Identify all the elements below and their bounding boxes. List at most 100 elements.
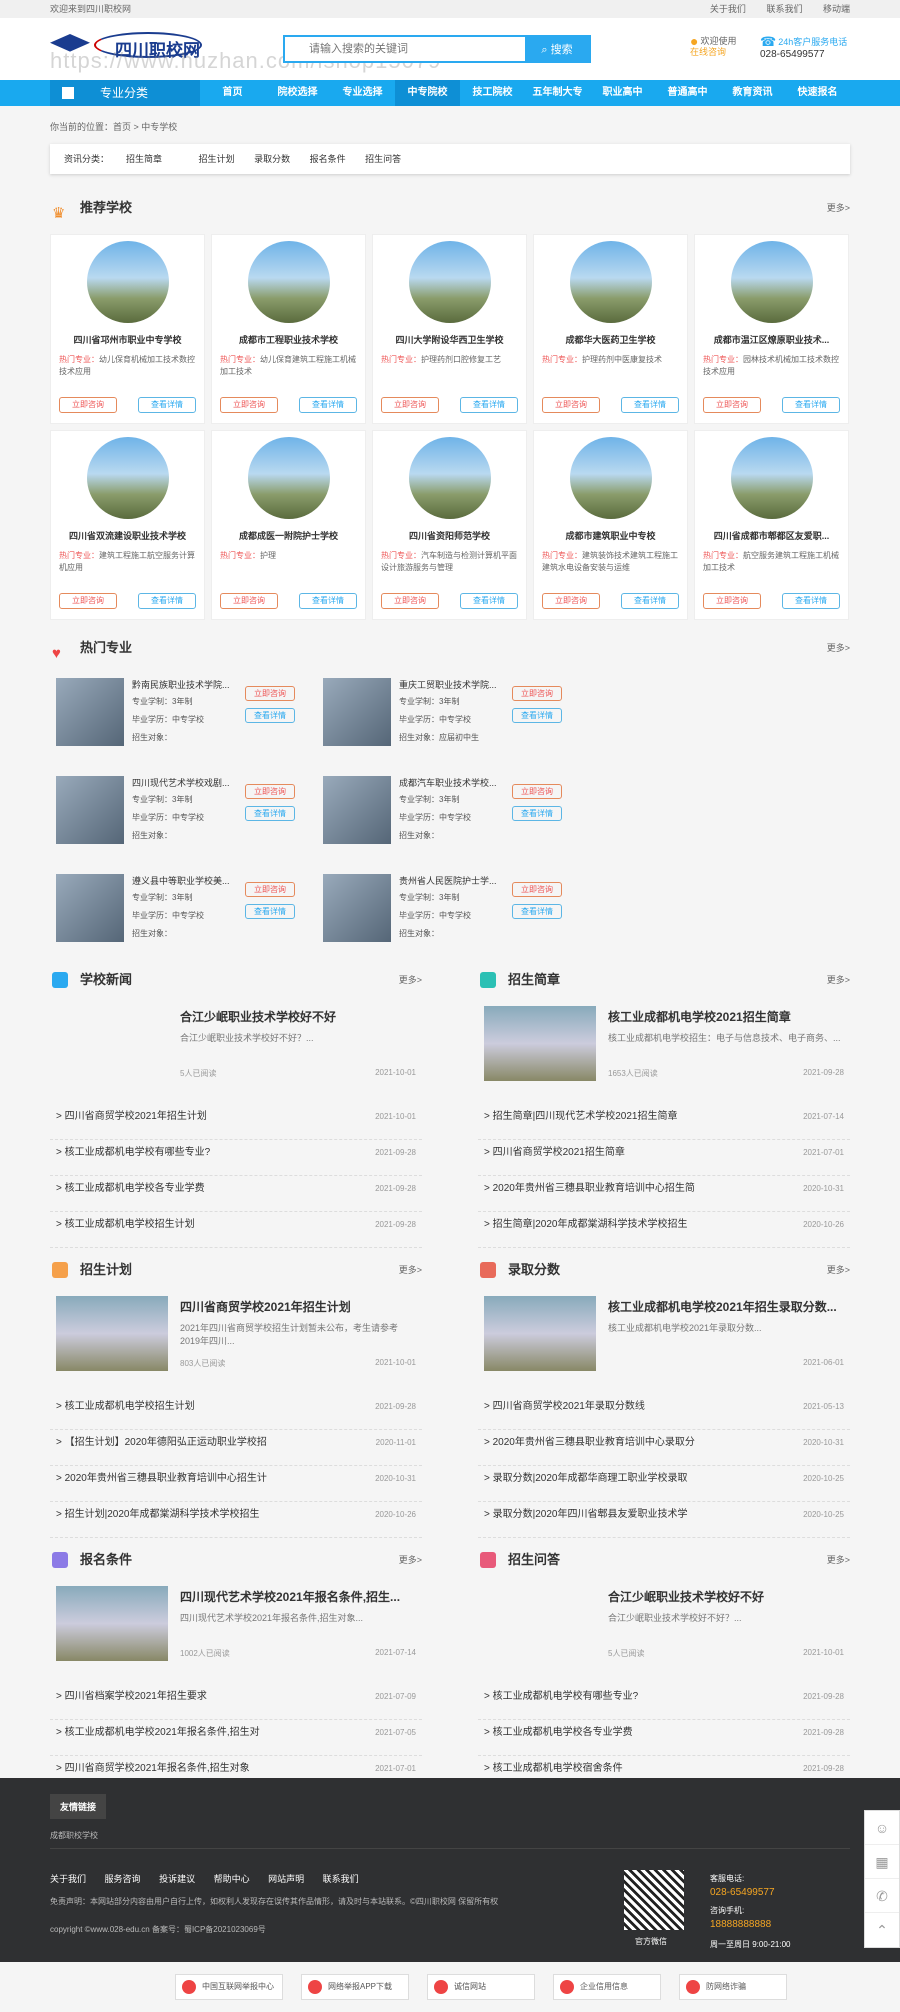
consult-button[interactable]: 立即咨询	[542, 397, 600, 413]
nav-vocational[interactable]: 职业高中	[590, 80, 655, 106]
list-item-title[interactable]: > 核工业成都机电学校招生计划	[56, 1212, 422, 1238]
friend-link[interactable]: 成都职校学校	[50, 1830, 98, 1841]
list-item[interactable]: > 四川省档案学校2021年招生要求 2021-07-09	[50, 1684, 422, 1720]
detail-button[interactable]: 查看详情	[138, 593, 196, 609]
detail-button[interactable]: 查看详情	[782, 593, 840, 609]
consult-button[interactable]: 立即咨询	[220, 593, 278, 609]
school-card[interactable]: 四川大学附设华西卫生学校 热门专业：护理药剂口腔修复工艺 立即咨询 查看详情	[372, 234, 527, 424]
back-to-top-icon[interactable]: ⌃	[865, 1913, 899, 1947]
footer-service[interactable]: 服务咨询	[105, 1874, 141, 1884]
featured-title[interactable]: 四川现代艺术学校2021年报名条件,招生...	[180, 1588, 420, 1605]
list-item-title[interactable]: > 2020年贵州省三穗县职业教育培训中心招生计	[56, 1466, 422, 1492]
school-photo[interactable]	[730, 437, 813, 519]
consult-button[interactable]: 立即咨询	[512, 686, 562, 701]
major-photo[interactable]	[323, 678, 391, 746]
school-card[interactable]: 成都华大医药卫生学校 热门专业：护理药剂中医康复技术 立即咨询 查看详情	[533, 234, 688, 424]
footer-complaint[interactable]: 投诉建议	[159, 1874, 195, 1884]
filter-conditions[interactable]: 报名条件	[310, 154, 346, 164]
qa-featured[interactable]: 合江少岷职业技术学校好不好 合江少岷职业技术学校好不好？... 5人已阅读 2021-…	[478, 1586, 850, 1678]
major-title[interactable]: 贵州省人民医院护士学...	[399, 874, 519, 887]
detail-button[interactable]: 查看详情	[460, 593, 518, 609]
conditions-featured[interactable]: 四川现代艺术学校2021年报名条件,招生... 四川现代艺术学校2021年报名条件…	[50, 1586, 422, 1678]
qr-icon[interactable]: ▦	[865, 1845, 899, 1879]
school-card[interactable]: 成都成医一附院护士学校 热门专业：护理 立即咨询 查看详情	[211, 430, 366, 620]
major-title[interactable]: 重庆工贸职业技术学院...	[399, 678, 519, 691]
search-button[interactable]: ⌕ 搜索	[525, 37, 589, 61]
list-item[interactable]: > 2020年贵州省三穗县职业教育培训中心招生简 2020-10-31	[478, 1176, 850, 1212]
detail-button[interactable]: 查看详情	[621, 397, 679, 413]
news-more[interactable]: 更多>	[399, 966, 422, 994]
consult-button[interactable]: 立即咨询	[245, 784, 295, 799]
badge-anti-fraud[interactable]: 防网络诈骗	[679, 1974, 787, 2000]
school-name[interactable]: 成都华大医药卫生学校	[538, 333, 683, 346]
consult-button[interactable]: 立即咨询	[512, 784, 562, 799]
school-card[interactable]: 成都市温江区燎原职业技术... 热门专业：园林技术机械加工技术数控技术应用 立即…	[694, 234, 849, 424]
footer-help[interactable]: 帮助中心	[214, 1874, 250, 1884]
list-item-title[interactable]: > 核工业成都机电学校各专业学费	[484, 1720, 850, 1746]
school-photo[interactable]	[86, 241, 169, 323]
detail-button[interactable]: 查看详情	[512, 904, 562, 919]
major-photo[interactable]	[56, 678, 124, 746]
consult-button[interactable]: 立即咨询	[512, 882, 562, 897]
detail-button[interactable]: 查看详情	[782, 397, 840, 413]
list-item[interactable]: > 招生简章|2020年成都棠湖科学技术学校招生 2020-10-26	[478, 1212, 850, 1248]
consult-button[interactable]: 立即咨询	[381, 397, 439, 413]
featured-title[interactable]: 四川省商贸学校2021年招生计划	[180, 1298, 420, 1315]
list-item[interactable]: > 录取分数|2020年成都华商理工职业学校录取 2020-10-25	[478, 1466, 850, 1502]
detail-button[interactable]: 查看详情	[460, 397, 518, 413]
major-photo[interactable]	[56, 776, 124, 844]
scores-more[interactable]: 更多>	[827, 1256, 850, 1284]
school-card[interactable]: 四川省成都市郫都区友爱职... 热门专业：航空服务建筑工程施工机械加工技术 立即…	[694, 430, 849, 620]
consult-button[interactable]: 立即咨询	[381, 593, 439, 609]
list-item-title[interactable]: > 2020年贵州省三穗县职业教育培训中心招生简	[484, 1176, 850, 1202]
list-item[interactable]: > 2020年贵州省三穗县职业教育培训中心录取分 2020-10-31	[478, 1430, 850, 1466]
service-icon[interactable]: ☺	[865, 1811, 899, 1845]
school-name[interactable]: 四川大学附设华西卫生学校	[377, 333, 522, 346]
school-name[interactable]: 成都市建筑职业中专校	[538, 529, 683, 542]
scores-featured[interactable]: 核工业成都机电学校2021年招生录取分数... 核工业成都机电学校2021年录取分…	[478, 1296, 850, 1388]
list-item[interactable]: > 2020年贵州省三穗县职业教育培训中心招生计 2020-10-31	[50, 1466, 422, 1502]
filter-brochure[interactable]: 招生简章	[126, 154, 162, 164]
consult-button[interactable]: 立即咨询	[220, 397, 278, 413]
school-name[interactable]: 四川省资阳师范学校	[377, 529, 522, 542]
school-name[interactable]: 四川省双流建设职业技术学校	[55, 529, 200, 542]
about-link[interactable]: 关于我们	[710, 4, 746, 14]
school-name[interactable]: 四川省邛州市职业中专学校	[55, 333, 200, 346]
online-consult[interactable]: ● 欢迎使用 在线咨询	[690, 34, 750, 58]
major-title[interactable]: 黔南民族职业技术学院...	[132, 678, 252, 691]
consult-button[interactable]: 立即咨询	[245, 686, 295, 701]
consult-button[interactable]: 立即咨询	[542, 593, 600, 609]
plan-more[interactable]: 更多>	[399, 1256, 422, 1284]
list-item[interactable]: > 四川省商贸学校2021年招生计划 2021-10-01	[50, 1104, 422, 1140]
list-item-title[interactable]: > 录取分数|2020年成都华商理工职业学校录取	[484, 1466, 850, 1492]
nav-schools[interactable]: 院校选择	[265, 80, 330, 106]
contact-link[interactable]: 联系我们	[766, 4, 802, 14]
list-item-title[interactable]: > 核工业成都机电学校有哪些专业?	[484, 1684, 850, 1710]
badge-trusted-site[interactable]: 诚信网站	[427, 1974, 535, 2000]
list-item-title[interactable]: > 核工业成都机电学校2021年报名条件,招生对	[56, 1720, 422, 1746]
consult-button[interactable]: 立即咨询	[703, 593, 761, 609]
list-item[interactable]: > 核工业成都机电学校有哪些专业? 2021-09-28	[50, 1140, 422, 1176]
featured-title[interactable]: 核工业成都机电学校2021年招生录取分数...	[608, 1298, 848, 1315]
featured-photo[interactable]	[56, 1296, 168, 1371]
featured-photo[interactable]	[484, 1006, 596, 1081]
detail-button[interactable]: 查看详情	[621, 593, 679, 609]
filter-scores[interactable]: 录取分数	[254, 154, 290, 164]
phone-icon[interactable]: ✆	[865, 1879, 899, 1913]
list-item[interactable]: > 核工业成都机电学校各专业学费 2021-09-28	[478, 1720, 850, 1756]
hot-majors-more[interactable]: 更多>	[827, 634, 850, 662]
school-card[interactable]: 成都市工程职业技术学校 热门专业：幼儿保育建筑工程施工机械加工技术 立即咨询 查…	[211, 234, 366, 424]
nav-signup[interactable]: 快速报名	[785, 80, 850, 106]
detail-button[interactable]: 查看详情	[245, 806, 295, 821]
search-input[interactable]	[285, 37, 525, 61]
consult-button[interactable]: 立即咨询	[703, 397, 761, 413]
category-menu[interactable]: 专业分类	[50, 80, 200, 106]
list-item-title[interactable]: > 核工业成都机电学校各专业学费	[56, 1176, 422, 1202]
list-item[interactable]: > 核工业成都机电学校各专业学费 2021-09-28	[50, 1176, 422, 1212]
nav-five-year[interactable]: 五年制大专	[525, 80, 590, 106]
brochure-featured[interactable]: 核工业成都机电学校2021招生简章 核工业成都机电学校招生：电子与信息技术、电子商…	[478, 1006, 850, 1098]
list-item-title[interactable]: > 四川省商贸学校2021年录取分数线	[484, 1394, 850, 1420]
school-name[interactable]: 四川省成都市郫都区友爱职...	[699, 529, 844, 542]
list-item-title[interactable]: > 录取分数|2020年四川省郫县友爱职业技术学	[484, 1502, 850, 1528]
filter-qa[interactable]: 招生问答	[365, 154, 401, 164]
